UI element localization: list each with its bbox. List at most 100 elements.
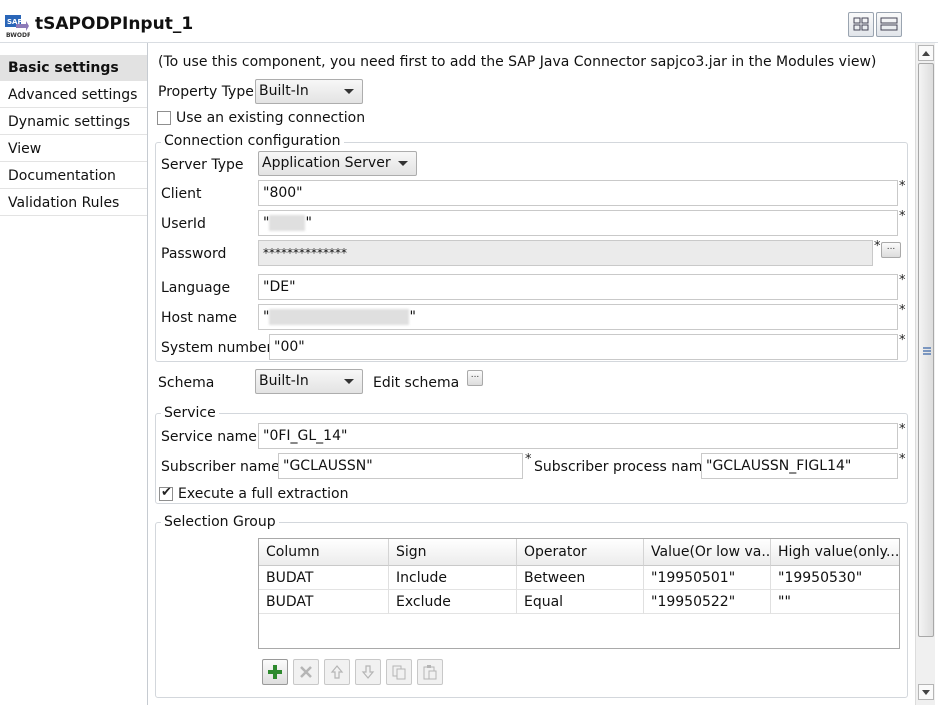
column-header-low-value[interactable]: Value(Or low va... bbox=[644, 539, 771, 566]
sidebar-item-validation-rules[interactable]: Validation Rules bbox=[0, 190, 147, 216]
required-marker: * bbox=[899, 179, 906, 194]
full-extraction-label: Execute a full extraction bbox=[178, 486, 349, 502]
sidebar-item-documentation[interactable]: Documentation bbox=[0, 163, 147, 189]
chevron-down-icon bbox=[344, 379, 354, 384]
move-down-icon bbox=[361, 665, 375, 679]
sidebar-item-basic-settings[interactable]: Basic settings bbox=[0, 55, 147, 81]
table-cell[interactable]: Include bbox=[389, 566, 517, 590]
column-header-column[interactable]: Column bbox=[259, 539, 389, 566]
table-cell[interactable]: "" bbox=[771, 590, 899, 614]
move-up-icon bbox=[330, 665, 344, 679]
horizontal-layout-button[interactable] bbox=[848, 12, 874, 37]
chevron-down-icon bbox=[344, 89, 354, 94]
property-type-select[interactable]: Built-In bbox=[255, 79, 363, 104]
vertical-layout-button[interactable] bbox=[876, 12, 902, 37]
subscriber-name-input[interactable]: "GCLAUSSN" bbox=[278, 453, 523, 479]
userid-label: UserId bbox=[161, 216, 206, 232]
subscriber-process-name-label: Subscriber process name bbox=[534, 459, 711, 475]
table-cell[interactable]: "19950522" bbox=[644, 590, 771, 614]
use-existing-connection-checkbox[interactable] bbox=[157, 111, 171, 125]
scroll-up-button[interactable] bbox=[918, 45, 934, 61]
schema-label: Schema bbox=[158, 375, 215, 391]
remove-row-button[interactable] bbox=[293, 659, 319, 685]
move-up-button[interactable] bbox=[324, 659, 350, 685]
sidebar-item-dynamic-settings[interactable]: Dynamic settings bbox=[0, 109, 147, 135]
chevron-down-icon bbox=[398, 161, 408, 166]
table-cell[interactable]: BUDAT bbox=[259, 566, 389, 590]
subscriber-process-name-input[interactable]: "GCLAUSSN_FIGL14" bbox=[701, 453, 898, 479]
required-marker: * bbox=[899, 422, 906, 437]
schema-select[interactable]: Built-In bbox=[255, 369, 363, 394]
sidebar-item-advanced-settings[interactable]: Advanced settings bbox=[0, 82, 147, 108]
server-type-value: Application Server bbox=[262, 155, 391, 171]
service-title: Service bbox=[161, 405, 219, 421]
required-marker: * bbox=[874, 239, 881, 254]
scroll-down-button[interactable] bbox=[918, 684, 934, 700]
password-label: Password bbox=[161, 246, 227, 262]
required-marker: * bbox=[899, 303, 906, 318]
userid-redacted bbox=[269, 215, 306, 231]
system-number-input[interactable]: "00" bbox=[269, 334, 898, 360]
userid-quote-close: " bbox=[305, 215, 312, 231]
table-cell[interactable]: "19950530" bbox=[771, 566, 899, 590]
property-type-value: Built-In bbox=[259, 83, 309, 99]
required-marker: * bbox=[899, 273, 906, 288]
connection-configuration-title: Connection configuration bbox=[161, 133, 344, 149]
language-input[interactable]: "DE" bbox=[258, 274, 898, 300]
edit-schema-button[interactable]: ... bbox=[467, 370, 483, 386]
selection-group-title: Selection Group bbox=[161, 514, 279, 530]
host-name-label: Host name bbox=[161, 310, 238, 326]
host-quote-close: " bbox=[409, 309, 416, 325]
scroll-thumb[interactable] bbox=[918, 63, 934, 637]
required-marker: * bbox=[899, 452, 906, 467]
vertical-scrollbar[interactable] bbox=[915, 43, 935, 705]
copy-icon bbox=[392, 665, 406, 680]
copy-button[interactable] bbox=[386, 659, 412, 685]
language-label: Language bbox=[161, 280, 231, 296]
required-marker: * bbox=[525, 452, 532, 467]
paste-button[interactable] bbox=[417, 659, 443, 685]
required-marker: * bbox=[899, 333, 906, 348]
subscriber-name-label: Subscriber name bbox=[161, 459, 280, 475]
edit-schema-label: Edit schema bbox=[373, 375, 460, 391]
column-header-sign[interactable]: Sign bbox=[389, 539, 517, 566]
column-header-operator[interactable]: Operator bbox=[517, 539, 644, 566]
arrow-up-icon bbox=[922, 51, 930, 56]
use-existing-connection-label: Use an existing connection bbox=[176, 110, 366, 126]
schema-value: Built-In bbox=[259, 373, 309, 389]
table-cell[interactable]: Between bbox=[517, 566, 644, 590]
add-row-button[interactable] bbox=[262, 659, 288, 685]
full-extraction-checkbox[interactable] bbox=[159, 485, 173, 501]
table-cell[interactable]: Equal bbox=[517, 590, 644, 614]
property-type-label: Property Type bbox=[158, 84, 254, 100]
system-number-label: System number bbox=[161, 340, 273, 356]
move-down-button[interactable] bbox=[355, 659, 381, 685]
host-name-input[interactable]: " " bbox=[258, 304, 898, 330]
sidebar-item-view[interactable]: View bbox=[0, 136, 147, 162]
client-input[interactable]: "800" bbox=[258, 180, 898, 206]
client-label: Client bbox=[161, 186, 202, 202]
password-edit-button[interactable]: ... bbox=[881, 242, 901, 258]
remove-icon bbox=[300, 666, 312, 678]
service-name-label: Service name bbox=[161, 429, 257, 445]
add-icon bbox=[268, 665, 282, 679]
host-name-redacted bbox=[269, 309, 410, 325]
service-name-input[interactable]: "0FI_GL_14" bbox=[258, 423, 898, 449]
table-cell[interactable]: Exclude bbox=[389, 590, 517, 614]
server-type-select[interactable]: Application Server bbox=[258, 151, 417, 176]
password-input[interactable]: ************** bbox=[258, 240, 873, 266]
table-cell[interactable]: BUDAT bbox=[259, 590, 389, 614]
arrow-down-icon bbox=[922, 690, 930, 695]
sapjco-notice: (To use this component, you need first t… bbox=[158, 54, 877, 70]
userid-input[interactable]: " " bbox=[258, 210, 898, 236]
grip-icon bbox=[923, 347, 931, 355]
required-marker: * bbox=[899, 209, 906, 224]
server-type-label: Server Type bbox=[161, 157, 244, 173]
paste-icon bbox=[423, 665, 437, 680]
selection-table: Column Sign Operator Value(Or low va... … bbox=[258, 538, 900, 649]
table-cell[interactable]: "19950501" bbox=[644, 566, 771, 590]
settings-sidebar: Basic settings Advanced settings Dynamic… bbox=[0, 43, 148, 705]
column-header-high-value[interactable]: High value(only... bbox=[771, 539, 899, 566]
sap-bw-odp-icon: SAP BWODP bbox=[4, 14, 32, 39]
component-title: tSAPODPInput_1 bbox=[35, 14, 194, 34]
